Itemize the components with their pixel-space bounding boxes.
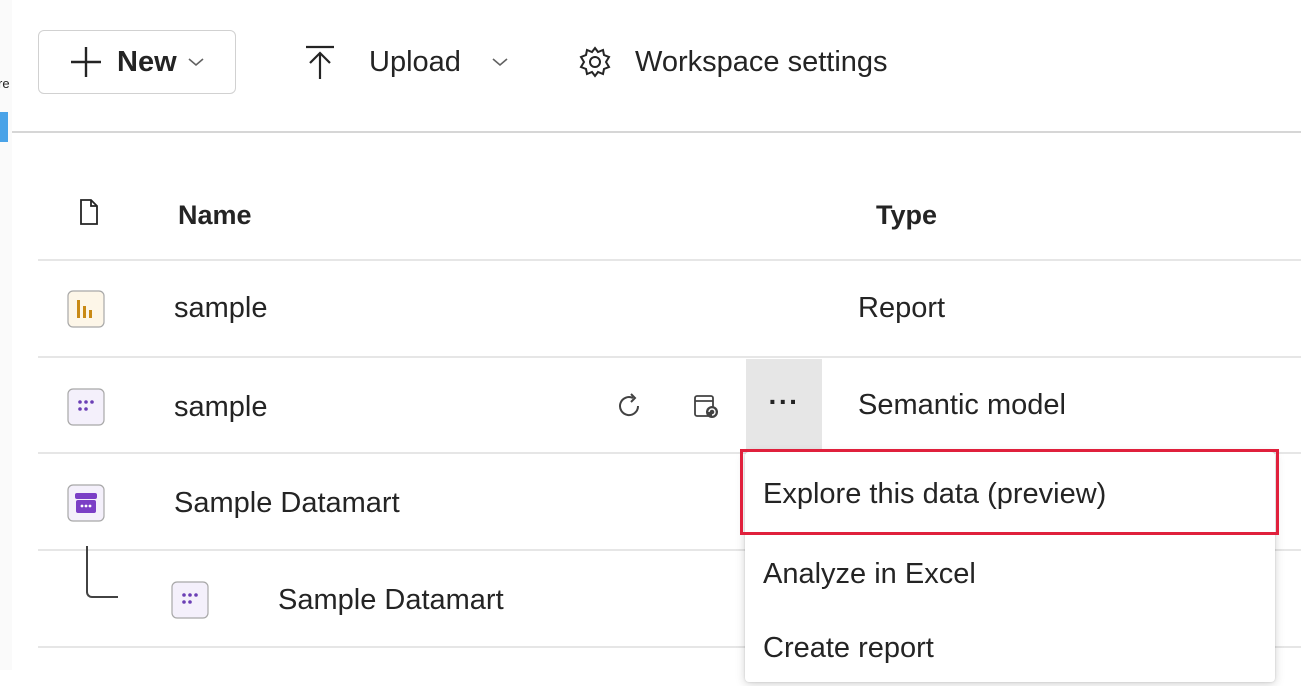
item-name[interactable]: sample — [174, 292, 268, 325]
gear-icon — [579, 46, 611, 78]
upload-icon — [306, 45, 334, 79]
schedule-refresh-icon[interactable] — [692, 392, 722, 422]
column-header-name[interactable]: Name — [178, 200, 252, 231]
file-type-column-icon — [80, 199, 98, 225]
plus-icon — [71, 47, 101, 77]
workspace-settings-button[interactable]: Workspace settings — [578, 30, 888, 94]
item-name[interactable]: Sample Datamart — [278, 584, 504, 617]
chevron-down-icon — [188, 58, 204, 67]
datamart-icon — [67, 484, 105, 522]
report-icon — [67, 290, 105, 328]
item-name[interactable]: sample — [174, 391, 268, 424]
new-button[interactable]: New — [38, 30, 236, 94]
menu-item-label: Analyze in Excel — [763, 558, 976, 590]
row-divider — [38, 259, 1301, 261]
item-type: Report — [858, 292, 946, 324]
item-type: Semantic model — [858, 389, 1066, 421]
context-menu: Explore this data (preview) Analyze in E… — [745, 452, 1275, 682]
menu-item-label: Create report — [763, 632, 934, 664]
workspace-toolbar: New Upload Workspace settings — [0, 0, 1301, 132]
menu-item-label: Explore this data (preview) — [763, 478, 1107, 510]
item-name[interactable]: Sample Datamart — [174, 487, 400, 520]
semantic-model-icon — [171, 581, 209, 619]
table-row[interactable]: sample Report — [38, 262, 1301, 356]
upload-button-label: Upload — [369, 45, 461, 78]
upload-button[interactable]: Upload — [300, 30, 509, 94]
workspace-settings-label: Workspace settings — [635, 45, 888, 78]
new-button-label: New — [117, 45, 177, 78]
column-header-type[interactable]: Type — [876, 200, 937, 231]
table-row[interactable]: sample Semantic model — [38, 359, 1301, 453]
more-options-button[interactable]: ··· — [746, 359, 822, 451]
semantic-model-icon — [67, 388, 105, 426]
row-divider — [38, 356, 1301, 358]
refresh-icon[interactable] — [614, 391, 644, 421]
menu-item-explore-data[interactable]: Explore this data (preview) — [745, 456, 1275, 532]
menu-item-create-report[interactable]: Create report — [745, 610, 1275, 686]
more-options-label: ··· — [768, 386, 800, 417]
chevron-down-icon — [492, 58, 508, 67]
menu-item-analyze-in-excel[interactable]: Analyze in Excel — [745, 536, 1275, 612]
toolbar-divider — [12, 131, 1301, 133]
